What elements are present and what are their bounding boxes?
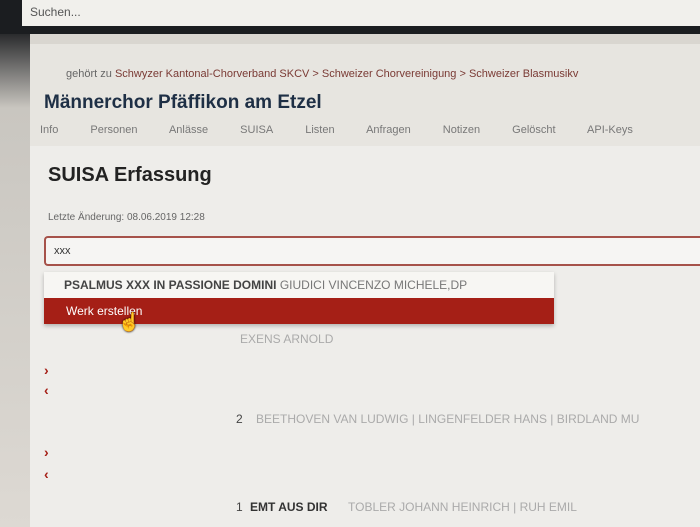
entry-number: 1 (236, 500, 243, 514)
main-panel: gehört zu Schwyzer Kantonal-Chorverband … (30, 44, 700, 527)
option-composer: GIUDICI VINCENZO MICHELE,DP (279, 278, 468, 292)
tab-anlaesse[interactable]: Anlässe (169, 124, 208, 136)
chevron-left-icon[interactable]: ‹ (44, 382, 49, 398)
tab-bar: Info Personen Anlässe SUISA Listen Anfra… (40, 124, 662, 136)
tab-geloescht[interactable]: Gelöscht (512, 124, 555, 136)
entry-title: EMT AUS DIR (250, 500, 328, 514)
tab-notizen[interactable]: Notizen (443, 124, 480, 136)
entry-number: 2 (236, 412, 243, 426)
page-title: Männerchor Pfäffikon am Etzel (44, 92, 322, 113)
tab-anfragen[interactable]: Anfragen (366, 124, 411, 136)
option-title: PSALMUS XXX IN PASSIONE DOMINI (64, 278, 277, 292)
chevron-right-icon[interactable]: › (44, 362, 49, 378)
last-change-text: Letzte Änderung: 08.06.2019 12:28 (48, 212, 205, 223)
tab-info[interactable]: Info (40, 124, 58, 136)
breadcrumb-path[interactable]: Schwyzer Kantonal-Chorverband SKCV > Sch… (115, 68, 578, 80)
hand-cursor-icon: ☝ (118, 312, 141, 332)
entry-composers: EXENS ARNOLD (240, 332, 334, 346)
entry-composers: TOBLER JOHANN HEINRICH | RUH EMIL (348, 500, 577, 514)
chevron-right-icon[interactable]: › (44, 444, 49, 460)
autocomplete-option[interactable]: PSALMUS XXX IN PASSIONE DOMINI GIUDICI V… (64, 278, 467, 292)
entry-composers: BEETHOVEN VAN LUDWIG | LINGENFELDER HANS… (256, 412, 640, 426)
card-title: SUISA Erfassung (48, 164, 212, 186)
tab-suisa[interactable]: SUISA (240, 124, 273, 136)
chevron-left-icon[interactable]: ‹ (44, 466, 49, 482)
tab-personen[interactable]: Personen (90, 124, 137, 136)
suisa-card: SUISA Erfassung Letzte Änderung: 08.06.2… (30, 146, 700, 527)
work-search-input[interactable]: xxx (44, 236, 700, 266)
tab-api-keys[interactable]: API-Keys (587, 124, 633, 136)
breadcrumb-prefix: gehört zu (66, 68, 112, 80)
breadcrumb: gehört zu Schwyzer Kantonal-Chorverband … (66, 68, 578, 80)
global-search-input[interactable]: Suchen... (22, 0, 700, 26)
side-strip (0, 34, 30, 527)
tab-listen[interactable]: Listen (305, 124, 334, 136)
top-bar: Suchen... (0, 0, 700, 34)
